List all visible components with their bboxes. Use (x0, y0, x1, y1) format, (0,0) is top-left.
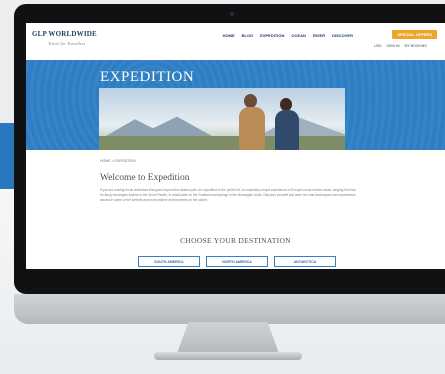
monitor-base (154, 352, 302, 360)
destination-button-south-america[interactable]: SOUTH AMERICA (138, 256, 200, 267)
hiker-backpack (275, 110, 299, 150)
nav-item-ocean[interactable]: OCEAN (291, 33, 305, 38)
special-offers-button[interactable]: SPECIAL OFFERS (392, 30, 437, 39)
utility-links: USD SIGN IN MY BOOKING (374, 44, 427, 48)
currency-link[interactable]: USD (374, 44, 381, 48)
ground-shape (99, 136, 345, 150)
nav-item-blog[interactable]: BLOG (242, 33, 254, 38)
mountain-shape (259, 116, 345, 136)
choose-destination-heading: CHOOSE YOUR DESTINATION (180, 236, 291, 245)
site-tagline: Travel for Travellers (48, 41, 86, 46)
monitor-stand (176, 322, 280, 356)
destination-button-antarctica[interactable]: ANTARCTICA (274, 256, 336, 267)
nav-item-discover[interactable]: DISCOVER (332, 33, 353, 38)
camera-icon (230, 12, 234, 16)
hiker-head (244, 94, 257, 108)
hero-photo (99, 88, 345, 150)
site-logo[interactable]: GLP WORLDWIDE (32, 30, 97, 38)
page-title: EXPEDITION (100, 69, 195, 85)
nav-item-expedition[interactable]: EXPEDITION (260, 33, 284, 38)
hiker-figure (239, 94, 265, 150)
breadcrumb[interactable]: HOME > EXPEDITION (100, 159, 136, 163)
hiker-backpack (239, 107, 265, 150)
welcome-heading: Welcome to Expedition (100, 173, 190, 183)
sign-in-link[interactable]: SIGN IN (386, 44, 399, 48)
nav-item-river[interactable]: RIVER (313, 33, 325, 38)
hiker-figure (275, 98, 299, 150)
hero-banner: EXPEDITION (26, 60, 445, 150)
nav-item-home[interactable]: HOME (223, 33, 235, 38)
welcome-body: If you are looking for an adventure that… (100, 188, 356, 202)
website-screen: GLP WORLDWIDE Travel for Travellers HOME… (26, 23, 445, 269)
destination-button-north-america[interactable]: NORTH AMERICA (206, 256, 268, 267)
main-nav: HOME BLOG EXPEDITION OCEAN RIVER DISCOVE… (223, 33, 353, 38)
monitor-chin (14, 294, 445, 324)
my-booking-link[interactable]: MY BOOKING (405, 44, 428, 48)
destination-buttons: SOUTH AMERICA NORTH AMERICA ANTARCTICA (138, 256, 336, 267)
